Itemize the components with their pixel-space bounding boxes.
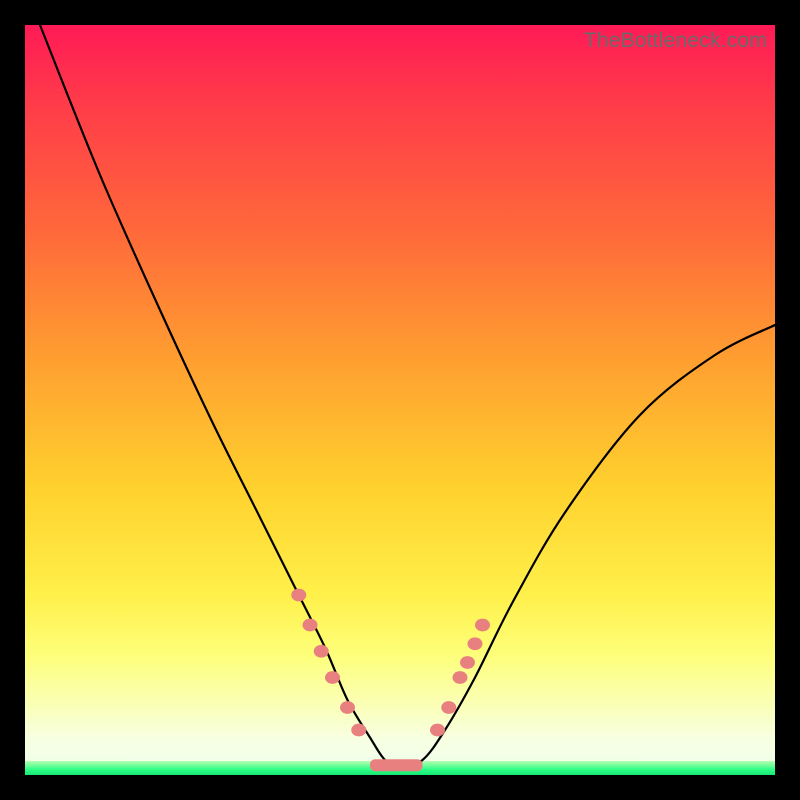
curve-marker — [325, 671, 340, 684]
curve-marker — [291, 589, 306, 602]
curve-marker — [351, 724, 366, 737]
curve-marker — [430, 724, 445, 737]
curve-markers — [291, 589, 490, 737]
curve-marker — [303, 619, 318, 632]
bottleneck-curve — [40, 25, 775, 768]
curve-marker — [468, 637, 483, 650]
curve-flat-segment — [370, 759, 423, 771]
curve-svg — [25, 25, 775, 775]
curve-marker — [314, 645, 329, 658]
curve-marker — [453, 671, 468, 684]
curve-marker — [340, 701, 355, 714]
curve-marker — [460, 656, 475, 669]
plot-area: TheBottleneck.com — [25, 25, 775, 775]
curve-marker — [441, 701, 456, 714]
outer-frame: TheBottleneck.com — [0, 0, 800, 800]
curve-marker — [475, 619, 490, 632]
